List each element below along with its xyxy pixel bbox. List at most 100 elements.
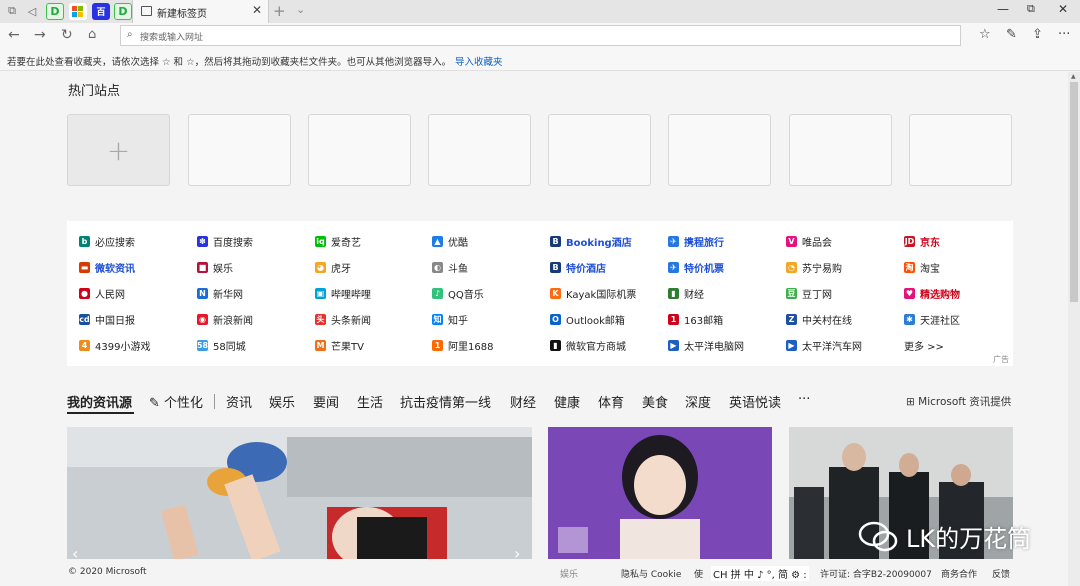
import-favorites-link[interactable]: 导入收藏夹 xyxy=(455,54,503,68)
tab-headlines[interactable]: 要闻 xyxy=(313,392,339,411)
terms-link[interactable]: 使 xyxy=(694,567,703,580)
quick-link[interactable]: ▲ 优酷 xyxy=(432,234,468,249)
tab-finance[interactable]: 财经 xyxy=(510,392,536,411)
site-tile[interactable] xyxy=(548,114,651,186)
site-tile[interactable] xyxy=(789,114,892,186)
minimize-button[interactable]: — xyxy=(997,2,1009,16)
quick-link[interactable]: B 特价酒店 xyxy=(550,260,606,275)
quick-link[interactable]: Z 中关村在线 xyxy=(786,312,852,327)
quick-link[interactable]: JD 京东 xyxy=(904,234,940,249)
feedback-link[interactable]: 反馈 xyxy=(992,567,1010,580)
quick-link[interactable]: 头头条新闻 xyxy=(315,312,371,327)
pen-icon[interactable]: ✎ xyxy=(1006,27,1017,42)
quick-link[interactable]: 1 163邮箱 xyxy=(668,312,723,327)
tab-my-feed[interactable]: 我的资讯源 xyxy=(67,392,132,411)
quick-link[interactable]: ✱ 天涯社区 xyxy=(904,312,960,327)
quick-link[interactable]: ▮ 微软官方商城 xyxy=(550,338,626,353)
add-favorite-star-icon[interactable]: ☆ xyxy=(979,27,991,42)
quick-link[interactable]: ▶ 太平洋电脑网 xyxy=(668,338,744,353)
close-window-button[interactable]: ✕ xyxy=(1058,2,1068,16)
add-site-tile[interactable]: + xyxy=(67,114,170,186)
quick-link[interactable]: 4 4399小游戏 xyxy=(79,338,150,353)
privacy-link[interactable]: 隐私与 Cookie xyxy=(621,567,681,580)
quick-link[interactable]: b 必应搜索 xyxy=(79,234,135,249)
news-card-image-flight-attendant[interactable] xyxy=(67,427,532,559)
quick-link[interactable]: 58 58同城 xyxy=(197,338,246,353)
quick-link[interactable]: ◉ 新浪新闻 xyxy=(197,312,253,327)
quick-link[interactable]: K Kayak国际机票 xyxy=(550,286,636,301)
close-tab-icon[interactable]: ✕ xyxy=(252,3,262,17)
quick-link[interactable]: ✈ 特价机票 xyxy=(668,260,724,275)
tab-indepth[interactable]: 深度 xyxy=(685,392,711,411)
quick-link-label: Booking酒店 xyxy=(566,238,632,249)
quick-link[interactable]: ◔ 苏宁易购 xyxy=(786,260,842,275)
new-tab-button[interactable]: + xyxy=(273,2,286,20)
site-tile[interactable] xyxy=(188,114,291,186)
tab-food[interactable]: 美食 xyxy=(642,392,668,411)
quick-link[interactable]: ◐ 斗鱼 xyxy=(432,260,468,275)
business-link[interactable]: 商务合作 xyxy=(941,567,977,580)
forward-button[interactable]: → xyxy=(34,27,46,43)
quick-link[interactable]: N 新华网 xyxy=(197,286,243,301)
pinned-tab-2[interactable] xyxy=(69,3,87,20)
share-icon[interactable]: ⇪ xyxy=(1032,27,1043,42)
quick-link[interactable]: ♪ QQ音乐 xyxy=(432,286,484,301)
tab-sports[interactable]: 体育 xyxy=(598,392,624,411)
page-scrollbar[interactable]: ▲ xyxy=(1068,72,1080,586)
maximize-button[interactable]: ⧉ xyxy=(1027,2,1035,16)
quick-link[interactable]: ▬ 微软资讯 xyxy=(79,260,135,275)
site-tile[interactable] xyxy=(909,114,1012,186)
set-aside-tabs-icon[interactable]: ◁ xyxy=(24,3,40,19)
quick-link[interactable]: ▶ 太平洋汽车网 xyxy=(786,338,862,353)
quick-link[interactable]: ♥ 精选购物 xyxy=(904,286,960,301)
active-tab[interactable]: 新建标签页 ✕ xyxy=(132,0,269,23)
quick-link[interactable]: ◕ 虎牙 xyxy=(315,260,351,275)
tab-actions-icon[interactable]: ⧉ xyxy=(4,3,20,19)
quick-link[interactable]: B Booking酒店 xyxy=(550,234,632,249)
personalize-button[interactable]: ✎ 个性化 xyxy=(149,392,203,411)
tab-preview-chevron-icon[interactable]: ⌄ xyxy=(296,3,305,16)
quick-link[interactable]: 1 阿里1688 xyxy=(432,338,493,353)
pinned-tab-4[interactable]: D xyxy=(114,3,132,20)
quick-link[interactable]: 淘淘宝 xyxy=(904,260,940,275)
scrollbar-thumb[interactable] xyxy=(1070,82,1078,302)
refresh-button[interactable]: ↻ xyxy=(61,27,73,43)
pinned-tab-3[interactable]: 百 xyxy=(92,3,110,20)
quick-link[interactable]: iq 爱奇艺 xyxy=(315,234,361,249)
tab-entertainment[interactable]: 娱乐 xyxy=(269,392,295,411)
tab-news[interactable]: 资讯 xyxy=(226,392,252,411)
site-tile[interactable] xyxy=(668,114,771,186)
carousel-prev-icon[interactable]: ‹ xyxy=(72,544,78,563)
back-button[interactable]: ← xyxy=(8,27,20,43)
quick-link[interactable]: ✽ 百度搜索 xyxy=(197,234,253,249)
tab-english[interactable]: 英语悦读 xyxy=(729,392,781,411)
tab-life[interactable]: 生活 xyxy=(357,392,383,411)
quick-link[interactable]: V 唯品会 xyxy=(786,234,832,249)
quick-link[interactable]: cd 中国日报 xyxy=(79,312,135,327)
quick-link[interactable]: 豆豆丁网 xyxy=(786,286,832,301)
quick-link[interactable]: ▮ 财经 xyxy=(668,286,704,301)
more-tabs-button[interactable]: ··· xyxy=(798,392,810,407)
quick-link[interactable]: ● 人民网 xyxy=(79,286,125,301)
tab-health[interactable]: 健康 xyxy=(554,392,580,411)
quick-link[interactable]: 更多 >> xyxy=(904,338,944,353)
site-tile[interactable] xyxy=(428,114,531,186)
quick-link[interactable]: M 芒果TV xyxy=(315,338,364,353)
address-bar[interactable]: ⌕ 搜索或输入网址 xyxy=(120,25,961,46)
quick-link[interactable]: ▣ 哔哩哔哩 xyxy=(315,286,371,301)
quick-link[interactable]: ✈ 携程旅行 xyxy=(668,234,724,249)
scroll-up-icon[interactable]: ▲ xyxy=(1071,73,1076,80)
news-card-image-actress[interactable] xyxy=(548,427,772,559)
ime-toolbar[interactable]: CH 拼 中 ♪ °, 简 ⚙ : xyxy=(711,566,809,581)
carousel-next-icon[interactable]: › xyxy=(514,544,520,563)
site-icon: ▣ xyxy=(315,288,326,299)
tab-covid[interactable]: 抗击疫情第一线 xyxy=(400,392,491,411)
home-button[interactable]: ⌂ xyxy=(88,27,96,42)
quick-link[interactable]: O Outlook邮箱 xyxy=(550,312,625,327)
quick-link[interactable]: 知知乎 xyxy=(432,312,468,327)
site-tile[interactable] xyxy=(308,114,411,186)
more-menu-icon[interactable]: ··· xyxy=(1058,27,1070,42)
quick-link[interactable]: ■ 娱乐 xyxy=(197,260,233,275)
pinned-tab-1[interactable]: D xyxy=(46,3,64,20)
license-link[interactable]: 许可证: 合字B2-20090007 xyxy=(820,567,932,580)
